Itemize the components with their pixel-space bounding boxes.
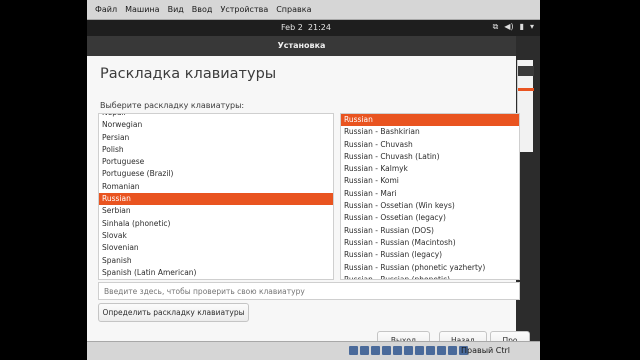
window-title-bar[interactable]: Установка bbox=[87, 36, 516, 56]
menu-input[interactable]: Ввод bbox=[192, 5, 213, 14]
variant-list-item[interactable]: Russian - Russian (legacy) bbox=[341, 249, 519, 261]
menu-file[interactable]: Файл bbox=[95, 5, 117, 14]
virtualbox-statusbar: Правый Ctrl bbox=[87, 341, 540, 360]
background-window-bar bbox=[518, 66, 534, 76]
variant-list-item[interactable]: Russian - Komi bbox=[341, 175, 519, 187]
variant-list-item[interactable]: Russian - Mari bbox=[341, 188, 519, 200]
menu-arrow-icon[interactable]: ▾ bbox=[530, 22, 534, 32]
layout-list-label: Выберите раскладку клавиатуры: bbox=[100, 101, 245, 110]
layout-list-item[interactable]: Spanish bbox=[99, 255, 333, 267]
variant-list-item[interactable]: Russian - Ossetian (Win keys) bbox=[341, 200, 519, 212]
network-adapter-icon[interactable] bbox=[382, 346, 391, 355]
layout-list-item[interactable]: Romanian bbox=[99, 181, 333, 193]
variant-list-item[interactable]: Russian - Ossetian (legacy) bbox=[341, 212, 519, 224]
display-icon[interactable] bbox=[415, 346, 424, 355]
layout-list-item[interactable]: Norwegian bbox=[99, 119, 333, 131]
cpu-icon[interactable] bbox=[437, 346, 446, 355]
variant-list[interactable]: Russian Russian - Bashkirian Russian - Chu… bbox=[340, 113, 520, 280]
volume-icon[interactable]: ◀) bbox=[504, 22, 513, 32]
network-icon[interactable]: ⧉ bbox=[493, 22, 499, 32]
layout-list-item[interactable]: Slovak bbox=[99, 230, 333, 242]
variant-list-item[interactable]: Russian - Russian (phonetic) bbox=[341, 274, 519, 279]
installer-content: Раскладка клавиатуры Выберите раскладку … bbox=[87, 56, 530, 360]
variant-list-item[interactable]: Russian - Kalmyk bbox=[341, 163, 519, 175]
layout-list-item[interactable]: Serbian bbox=[99, 205, 333, 217]
shared-folders-icon[interactable] bbox=[404, 346, 413, 355]
layout-list[interactable]: NepaliNorwegianPersianPolishPortuguesePo… bbox=[98, 113, 334, 280]
recording-icon[interactable] bbox=[426, 346, 435, 355]
keyboard-test-input[interactable] bbox=[98, 282, 520, 300]
variant-list-item[interactable]: Russian bbox=[341, 114, 519, 127]
variant-list-item[interactable]: Russian - Chuvash bbox=[341, 139, 519, 151]
usb-icon[interactable] bbox=[393, 346, 402, 355]
layout-list-item[interactable]: Persian bbox=[99, 132, 333, 144]
layout-list-item[interactable]: Sinhala (phonetic) bbox=[99, 218, 333, 230]
clock[interactable]: Feb 2 21:24 bbox=[281, 23, 331, 32]
variant-list-item[interactable]: Russian - Bashkirian bbox=[341, 126, 519, 138]
virtualbox-menubar: Файл Машина Вид Ввод Устройства Справка bbox=[87, 0, 540, 20]
detect-layout-button[interactable]: Определить раскладку клавиатуры bbox=[98, 303, 249, 322]
battery-icon[interactable]: ▮ bbox=[520, 22, 524, 32]
layout-list-item[interactable]: Slovenian bbox=[99, 242, 333, 254]
variant-list-item[interactable]: Russian - Chuvash (Latin) bbox=[341, 151, 519, 163]
mouse-integration-icon[interactable] bbox=[448, 346, 457, 355]
variant-list-item[interactable]: Russian - Russian (Macintosh) bbox=[341, 237, 519, 249]
layout-list-item[interactable]: Portuguese bbox=[99, 156, 333, 168]
window-title: Установка bbox=[277, 41, 326, 50]
variant-list-item[interactable]: Russian - Russian (phonetic yazherty) bbox=[341, 262, 519, 274]
virtualbox-window: Файл Машина Вид Ввод Устройства Справка … bbox=[87, 0, 540, 360]
menu-machine[interactable]: Машина bbox=[125, 5, 159, 14]
variant-list-item[interactable]: Russian - Russian (DOS) bbox=[341, 225, 519, 237]
layout-list-items: NepaliNorwegianPersianPolishPortuguesePo… bbox=[99, 114, 333, 279]
gnome-top-bar: Feb 2 21:24 ⧉ ◀) ▮ ▾ bbox=[87, 20, 540, 36]
clock-date: Feb 2 bbox=[281, 23, 303, 32]
layout-list-item[interactable]: Polish bbox=[99, 144, 333, 156]
hdd-icon[interactable] bbox=[349, 346, 358, 355]
clock-time: 21:24 bbox=[307, 23, 331, 32]
device-status-icons bbox=[349, 346, 468, 355]
variant-list-items: Russian Russian - Bashkirian Russian - Chu… bbox=[341, 114, 519, 279]
layout-list-item[interactable]: Russian bbox=[99, 193, 333, 206]
menu-devices[interactable]: Устройства bbox=[220, 5, 268, 14]
menu-help[interactable]: Справка bbox=[276, 5, 311, 14]
system-tray[interactable]: ⧉ ◀) ▮ ▾ bbox=[493, 22, 534, 32]
layout-list-item[interactable]: Portuguese (Brazil) bbox=[99, 168, 333, 180]
background-window-accent bbox=[518, 88, 534, 91]
host-key-label: Правый Ctrl bbox=[461, 346, 511, 355]
layout-list-item[interactable]: Spanish (Latin American) bbox=[99, 267, 333, 279]
audio-icon[interactable] bbox=[371, 346, 380, 355]
optical-drive-icon[interactable] bbox=[360, 346, 369, 355]
menu-view[interactable]: Вид bbox=[168, 5, 184, 14]
page-title: Раскладка клавиатуры bbox=[100, 66, 277, 82]
